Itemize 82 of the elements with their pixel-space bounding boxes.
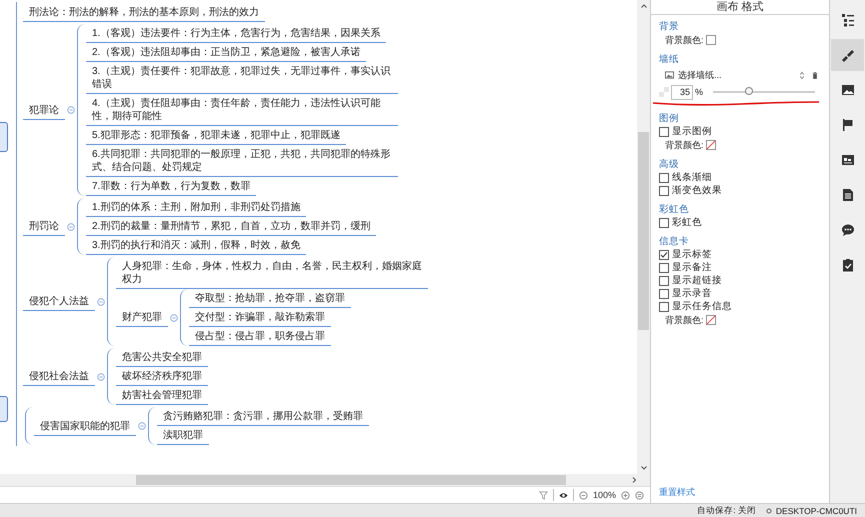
- topic-node[interactable]: 贪污贿赂犯罪：贪污罪，挪用公款罪，受贿罪: [157, 407, 369, 426]
- topic-node[interactable]: 侵犯个人法益: [23, 292, 95, 311]
- computer-name: DESKTOP-CMC0UTI: [776, 506, 857, 516]
- scroll-down-icon[interactable]: [640, 464, 648, 472]
- autosave-status: 自动保存: 关闭: [697, 504, 756, 516]
- checkbox-label: 显示任务信息: [672, 300, 732, 313]
- zoom-level: 100%: [592, 490, 616, 500]
- topic-node[interactable]: 侵犯社会法益: [23, 367, 95, 386]
- checkbox[interactable]: [659, 276, 669, 286]
- checkbox[interactable]: [659, 302, 669, 312]
- topic-node[interactable]: 2.（客观）违法阻却事由：正当防卫，紧急避险，被害人承诺: [86, 43, 366, 62]
- topic-node[interactable]: 人身犯罪：生命，身体，性权力，自由，名誉，民主权利，婚姻家庭权力: [116, 257, 428, 289]
- checkbox[interactable]: [659, 288, 669, 298]
- scroll-right-icon[interactable]: [630, 476, 638, 484]
- checkbox-label: 显示图例: [672, 125, 712, 138]
- topic-node[interactable]: 7.罪数：行为单数，行为复数，数罪: [86, 177, 256, 196]
- checkbox-label: 线条渐细: [672, 171, 712, 184]
- zoom-in-icon[interactable]: [621, 490, 630, 500]
- topic-node[interactable]: 3.刑罚的执行和消灭：减刑，假释，时效，赦免: [86, 236, 306, 255]
- topic-node[interactable]: 刑罚论: [23, 217, 65, 236]
- section-heading: 背景: [659, 20, 680, 33]
- opacity-input[interactable]: 35: [671, 84, 693, 100]
- section-heading: 图例: [659, 112, 680, 125]
- updown-arrows-icon: [799, 70, 805, 80]
- topic-node[interactable]: 侵害国家职能的犯罪: [34, 416, 136, 436]
- image-icon: [665, 71, 674, 79]
- background-color-label: 背景颜色:: [665, 34, 704, 46]
- color-swatch[interactable]: [706, 35, 716, 45]
- background-color-label: 背景颜色:: [665, 138, 704, 152]
- checkbox-label: 渐变色效果: [672, 184, 722, 197]
- topic-node[interactable]: 危害公共安全犯罪: [116, 348, 208, 367]
- checkbox-label: 显示标签: [672, 248, 712, 261]
- section-heading: 高级: [659, 158, 680, 171]
- topic-node[interactable]: 犯罪论: [23, 100, 65, 120]
- checkbox[interactable]: [659, 172, 669, 182]
- topic-node[interactable]: 破坏经济秩序犯罪: [116, 367, 208, 386]
- checkbox[interactable]: [659, 262, 669, 272]
- topic-node[interactable]: 1.（客观）违法要件：行为主体，危害行为，危害结果，因果关系: [86, 24, 386, 43]
- topic-node[interactable]: 侵占型：侵占罪，职务侵占罪: [189, 327, 331, 346]
- section-heading: 信息卡: [659, 235, 690, 248]
- topic-node[interactable]: 5.犯罪形态：犯罪预备，犯罪未遂，犯罪中止，犯罪既遂: [86, 126, 346, 145]
- color-swatch[interactable]: [706, 140, 716, 150]
- topic-node[interactable]: 3.（主观）责任要件：犯罪故意，犯罪过失，无罪过事件，事实认识错误: [86, 62, 398, 94]
- topic-node[interactable]: 4.（主观）责任阻却事由：责任年龄，责任能力，违法性认识可能性，期待可能性: [86, 94, 398, 126]
- topic-node[interactable]: 渎职犯罪: [157, 426, 209, 445]
- vertical-scrollbar[interactable]: [637, 0, 650, 474]
- topic-node[interactable]: 1.刑罚的体系：主刑，附加刑，非刑罚处罚措施: [86, 198, 306, 217]
- scrollbar-thumb[interactable]: [136, 475, 566, 485]
- topic-node[interactable]: 交付型：诈骗罪，敲诈勒索罪: [189, 308, 331, 327]
- trash-icon[interactable]: [812, 70, 818, 80]
- checkbox[interactable]: [659, 218, 669, 228]
- checkbox[interactable]: [659, 186, 669, 196]
- topic-node[interactable]: 妨害社会管理犯罪: [116, 386, 208, 405]
- filter-icon[interactable]: [538, 490, 548, 500]
- checkbox-label: 显示备注: [672, 261, 712, 274]
- percent-label: %: [695, 87, 704, 97]
- checkbox-label: 显示超链接: [672, 274, 722, 287]
- horizontal-scrollbar[interactable]: [0, 474, 650, 486]
- scrollbar-thumb[interactable]: [638, 132, 649, 330]
- checkbox-label: 显示录音: [672, 287, 712, 300]
- checkbox[interactable]: [659, 126, 669, 136]
- panel-title: 画布 格式: [651, 0, 829, 15]
- checkbox-label: 彩虹色: [672, 216, 702, 229]
- wallpaper-select[interactable]: 选择墙纸...: [659, 66, 821, 84]
- topic-node[interactable]: 财产犯罪: [116, 308, 168, 327]
- background-color-label: 背景颜色:: [665, 314, 704, 326]
- section-heading: 彩虹色: [659, 203, 690, 216]
- section-heading: 墙纸: [659, 53, 680, 66]
- reset-style-link[interactable]: 重置样式: [659, 486, 821, 499]
- topic-node[interactable]: 夺取型：抢劫罪，抢夺罪，盗窃罪: [189, 289, 351, 308]
- scroll-up-icon[interactable]: [640, 2, 648, 10]
- menu-icon[interactable]: [635, 490, 644, 500]
- checkbox[interactable]: [659, 250, 669, 260]
- topic-node[interactable]: 刑法论：刑法的解释，刑法的基本原则，刑法的效力: [23, 3, 265, 22]
- topic-node[interactable]: 6.共同犯罪：共同犯罪的一般原理，正犯，共犯，共同犯罪的特殊形式、结合问题、处罚规定: [86, 145, 398, 177]
- eye-icon[interactable]: [558, 490, 568, 500]
- topic-node[interactable]: 2.刑罚的裁量：量刑情节，累犯，自首，立功，数罪并罚，缓刑: [86, 217, 376, 236]
- zoom-out-icon[interactable]: [578, 490, 588, 500]
- color-swatch[interactable]: [706, 315, 716, 325]
- brush-icon[interactable]: [831, 39, 864, 71]
- slider-thumb[interactable]: [744, 87, 753, 95]
- transparency-icon: [659, 87, 669, 97]
